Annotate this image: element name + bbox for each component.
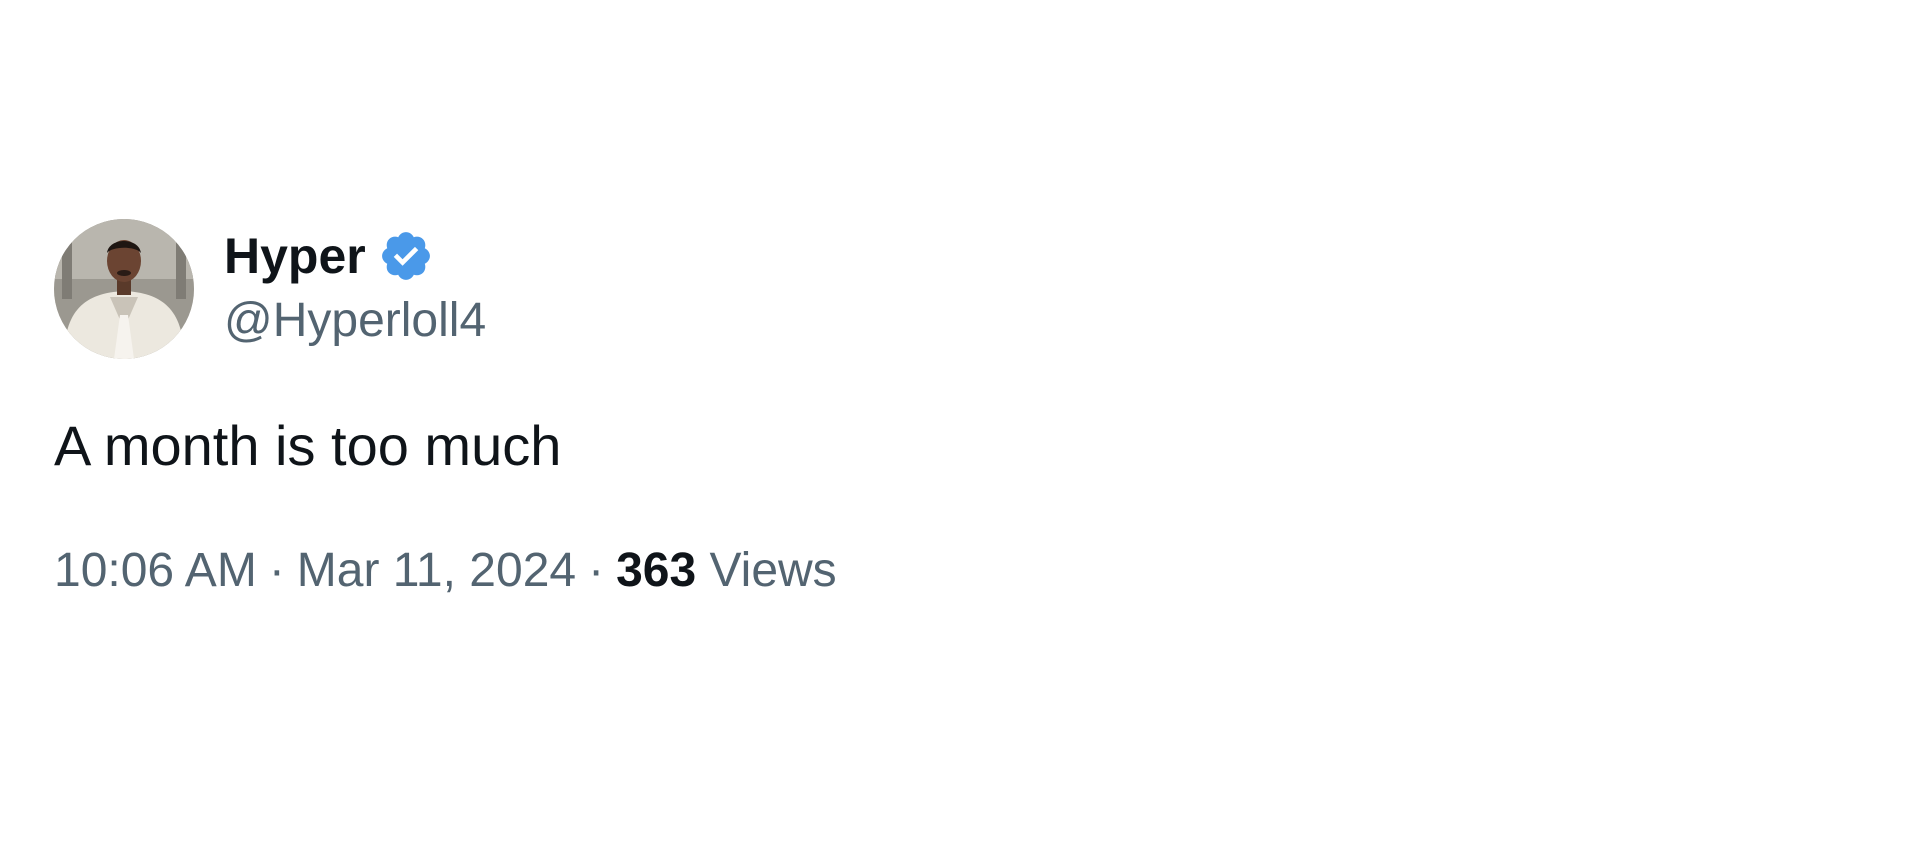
- tweet-time[interactable]: 10:06 AM: [54, 544, 257, 597]
- meta-separator: ·: [268, 544, 285, 597]
- author-name-row: Hyper: [224, 226, 486, 286]
- tweet-text: A month is too much: [54, 414, 562, 477]
- views-label: Views: [709, 544, 837, 597]
- tweet-card: Hyper @Hyperloll4 A month is too much 10…: [54, 219, 1854, 601]
- views-count[interactable]: 363: [616, 544, 696, 597]
- meta-separator: ·: [588, 544, 605, 597]
- author-identity: Hyper @Hyperloll4: [224, 226, 486, 352]
- tweet-header: Hyper @Hyperloll4: [54, 219, 1854, 359]
- verified-badge-icon: [378, 228, 434, 284]
- tweet-metadata: 10:06 AM · Mar 11, 2024 · 363 Views: [54, 541, 1854, 601]
- profile-photo-icon: [54, 219, 194, 359]
- tweet-date[interactable]: Mar 11, 2024: [297, 544, 576, 597]
- author-display-name[interactable]: Hyper: [224, 226, 366, 286]
- author-handle[interactable]: @Hyperloll4: [224, 290, 486, 352]
- avatar[interactable]: [54, 219, 194, 359]
